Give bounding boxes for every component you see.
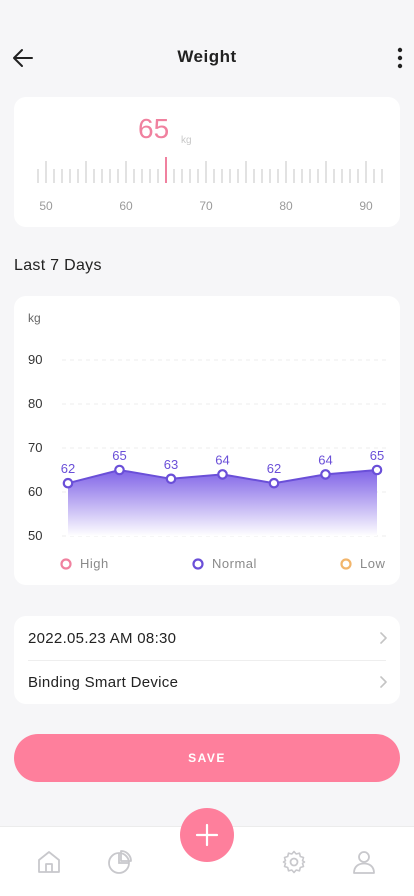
legend-label: High	[80, 556, 109, 571]
legend-label: Normal	[212, 556, 257, 571]
home-icon[interactable]	[36, 849, 62, 875]
binding-device-row[interactable]: Binding Smart Device	[14, 660, 400, 704]
y-tick-label: 90	[28, 352, 42, 367]
datetime-row[interactable]: 2022.05.23 AM 08:30	[14, 616, 400, 660]
data-label: 64	[318, 452, 332, 467]
legend-marker	[192, 558, 204, 570]
area-fill	[68, 470, 377, 536]
legend-marker	[340, 558, 352, 570]
data-point[interactable]	[371, 464, 383, 476]
ruler-label: 80	[279, 199, 293, 213]
data-label: 62	[61, 461, 75, 476]
data-label: 62	[267, 461, 281, 476]
ruler-label: 50	[39, 199, 53, 213]
datetime-label: 2022.05.23 AM 08:30	[28, 629, 177, 647]
ruler-label: 60	[119, 199, 133, 213]
weight-area-chart: kg 90 80 70 60 50 62 65 63 64 62 64 65 High Normal Low	[28, 311, 386, 571]
y-axis-label: kg	[28, 311, 41, 325]
data-label: 65	[112, 448, 126, 463]
y-tick-label: 80	[28, 396, 42, 411]
data-point[interactable]	[268, 477, 280, 489]
gear-icon[interactable]	[281, 849, 307, 875]
more-vertical-icon[interactable]	[396, 46, 404, 70]
y-tick-label: 70	[28, 440, 42, 455]
data-label: 63	[164, 457, 178, 472]
top-bar: Weight	[0, 0, 414, 96]
weight-ruler-card: 65 kg 50 60 70 80 90	[14, 97, 400, 227]
data-label: 64	[215, 452, 229, 467]
y-tick-label: 50	[28, 528, 42, 543]
pie-chart-icon[interactable]	[106, 849, 132, 875]
data-point[interactable]	[320, 469, 331, 480]
chevron-right-icon	[380, 632, 387, 644]
ruler-label: 90	[359, 199, 373, 213]
y-tick-label: 60	[28, 484, 42, 499]
data-point[interactable]	[165, 473, 177, 485]
data-point[interactable]	[217, 469, 228, 480]
add-record-button[interactable]	[180, 808, 234, 862]
user-icon[interactable]	[351, 849, 377, 875]
data-point[interactable]	[114, 464, 125, 476]
settings-list: 2022.05.23 AM 08:30 Binding Smart Device	[14, 616, 400, 704]
legend-marker	[60, 558, 72, 570]
page-title: Weight	[177, 47, 237, 66]
save-button[interactable]: SAVE	[14, 734, 400, 782]
plus-icon	[195, 823, 219, 847]
data-label: 65	[370, 448, 384, 463]
binding-device-label: Binding Smart Device	[28, 673, 179, 691]
chevron-right-icon	[380, 676, 387, 688]
section-title: Last 7 Days	[14, 257, 102, 274]
weight-ruler-slider[interactable]: 50 60 70 80 90	[14, 97, 400, 227]
ruler-label: 70	[199, 199, 213, 213]
legend-label: Low	[360, 556, 385, 571]
data-point[interactable]	[62, 477, 74, 489]
weight-chart-card: kg 90 80 70 60 50 62 65 63 64 62 64 65 High Normal Low	[14, 296, 400, 585]
